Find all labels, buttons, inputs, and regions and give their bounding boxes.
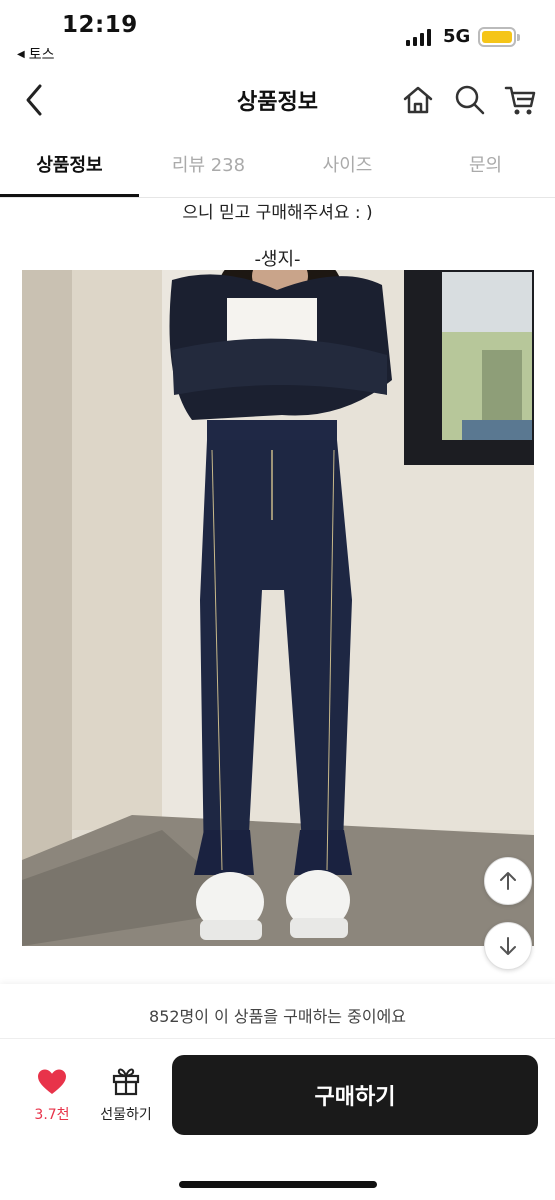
arrow-down-icon <box>500 937 516 955</box>
battery-icon <box>478 27 520 47</box>
signal-icon <box>406 28 431 46</box>
gift-label: 선물하기 <box>100 1107 152 1123</box>
status-time: 12:19 <box>62 12 138 38</box>
product-photo <box>22 270 534 946</box>
cart-icon <box>504 86 536 115</box>
back-to-app-link[interactable]: ◀ 토스 <box>17 44 54 64</box>
heart-icon <box>38 1069 66 1094</box>
tab-product-info[interactable]: 상품정보 <box>0 130 139 198</box>
product-tabs: 상품정보 리뷰 238 사이즈 문의 <box>0 130 555 198</box>
search-icon <box>455 85 485 115</box>
status-bar: 12:19 ◀ 토스 5G <box>0 0 555 70</box>
network-label: 5G <box>443 26 471 47</box>
active-tab-indicator <box>0 194 139 197</box>
search-button[interactable] <box>452 82 488 118</box>
home-icon <box>403 86 433 114</box>
like-button[interactable]: 3.7천 <box>26 1068 78 1124</box>
arrow-up-icon <box>500 872 516 890</box>
divider <box>0 1038 555 1039</box>
home-button[interactable] <box>400 82 436 118</box>
like-count: 3.7천 <box>34 1107 70 1123</box>
tab-size[interactable]: 사이즈 <box>278 130 417 198</box>
buyers-count-text: 852명이 이 상품을 구매하는 중이에요 <box>149 1007 406 1026</box>
gift-button[interactable]: 선물하기 <box>92 1066 160 1124</box>
home-indicator <box>179 1181 377 1188</box>
cart-button[interactable] <box>503 82 539 118</box>
back-app-label: 토스 <box>28 47 55 63</box>
buy-button[interactable]: 구매하기 <box>172 1055 538 1135</box>
section-label: -생지- <box>254 249 301 270</box>
back-triangle-icon: ◀ <box>17 48 25 60</box>
scroll-up-button[interactable] <box>484 857 532 905</box>
scroll-down-button[interactable] <box>484 922 532 970</box>
tab-reviews[interactable]: 리뷰 238 <box>139 130 278 198</box>
top-nav: 상품정보 <box>0 70 555 130</box>
gift-icon <box>112 1068 140 1096</box>
description-text: 으니 믿고 구매해주셔요 : ) <box>182 203 373 223</box>
tab-inquiry[interactable]: 문의 <box>416 130 555 198</box>
